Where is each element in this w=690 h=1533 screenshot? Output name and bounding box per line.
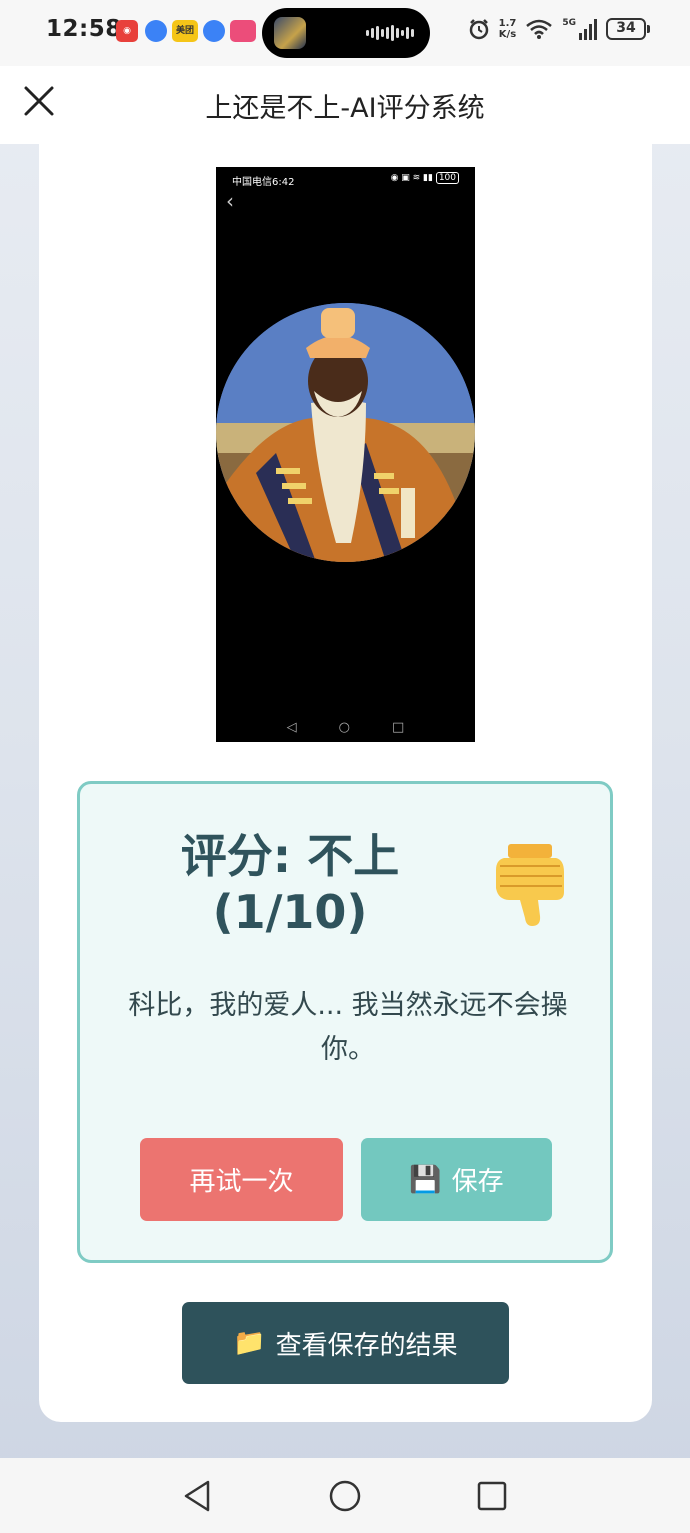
- retry-button[interactable]: 再试一次: [140, 1138, 343, 1221]
- view-saved-label: 查看保存的结果: [275, 1330, 458, 1361]
- page-title: 上还是不上-AI评分系统: [205, 93, 485, 124]
- dynamic-island[interactable]: [262, 8, 430, 58]
- view-saved-results-button[interactable]: 📁 查看保存的结果: [182, 1302, 509, 1384]
- save-label: 保存: [451, 1167, 504, 1197]
- cellular-signal: 5G: [562, 18, 597, 40]
- app-header: 上还是不上-AI评分系统: [0, 66, 690, 144]
- netease-music-icon: ◉: [116, 20, 138, 42]
- status-bar: 12:58 ◉ 美团 1.7 K/s 5G 34: [0, 0, 690, 66]
- avatar-illustration: [216, 303, 475, 562]
- wifi-icon: [526, 19, 553, 39]
- screenshot-back-icon: ‹: [226, 189, 234, 213]
- folder-icon: 📁: [233, 1328, 266, 1358]
- save-button[interactable]: 💾 保存: [361, 1138, 552, 1221]
- audio-wave-icon: [366, 25, 414, 41]
- floppy-disk-icon: 💾: [409, 1164, 442, 1195]
- net-speed: 1.7 K/s: [498, 18, 517, 40]
- screenshot-nav-bar: ◁ ○ □: [216, 720, 475, 736]
- result-message: 科比，我的爱人... 我当然永远不会操你。: [128, 990, 568, 1065]
- nav-recents-button[interactable]: [474, 1478, 510, 1514]
- main-card: 中国电信6:42 ◉ ▣ ≋ ▮▮ 100 ‹ ◁ ○ □ 评分: 不上 (1/…: [39, 144, 652, 1422]
- nav-back-button[interactable]: [180, 1478, 216, 1514]
- alarm-icon: [469, 19, 488, 40]
- nav-home-button[interactable]: [327, 1478, 363, 1514]
- home-circle-icon: [329, 1480, 361, 1512]
- screenshot-back-nav-icon: ◁: [286, 720, 297, 735]
- uploaded-screenshot: 中国电信6:42 ◉ ▣ ≋ ▮▮ 100 ‹ ◁ ○ □: [216, 167, 475, 742]
- clock: 12:58: [46, 16, 122, 42]
- status-icons: 1.7 K/s 5G 34: [468, 18, 650, 40]
- thumbs-down-icon: [490, 842, 568, 928]
- media-thumbnail: [274, 17, 306, 49]
- meituan-icon: 美团: [172, 20, 198, 42]
- signal-bars-icon: [579, 18, 597, 40]
- browser-icon: [145, 20, 167, 42]
- score-value: (1/10): [212, 885, 368, 939]
- result-panel: 评分: 不上 (1/10) 科比，我的爱人... 我当然永远不会操你。 再试一次…: [77, 781, 613, 1263]
- browser-icon-2: [203, 20, 225, 42]
- screenshot-status-bar: 中国电信6:42 ◉ ▣ ≋ ▮▮ 100: [232, 172, 459, 189]
- battery-indicator: 34: [606, 18, 650, 40]
- avatar-image: [216, 303, 475, 562]
- screenshot-carrier-time: 中国电信6:42: [232, 177, 295, 188]
- back-triangle-icon: [184, 1480, 210, 1512]
- score-verdict: 评分: 不上: [180, 829, 400, 883]
- screenshot-recent-nav-icon: □: [392, 720, 405, 735]
- score-heading: 评分: 不上 (1/10): [140, 828, 440, 940]
- recents-square-icon: [477, 1481, 507, 1511]
- screenshot-status-icons: ◉ ▣ ≋ ▮▮ 100: [391, 172, 459, 184]
- shopping-app-icon: [230, 20, 256, 42]
- screenshot-home-nav-icon: ○: [338, 720, 351, 735]
- retry-label: 再试一次: [189, 1167, 294, 1197]
- system-nav-bar: [0, 1458, 690, 1533]
